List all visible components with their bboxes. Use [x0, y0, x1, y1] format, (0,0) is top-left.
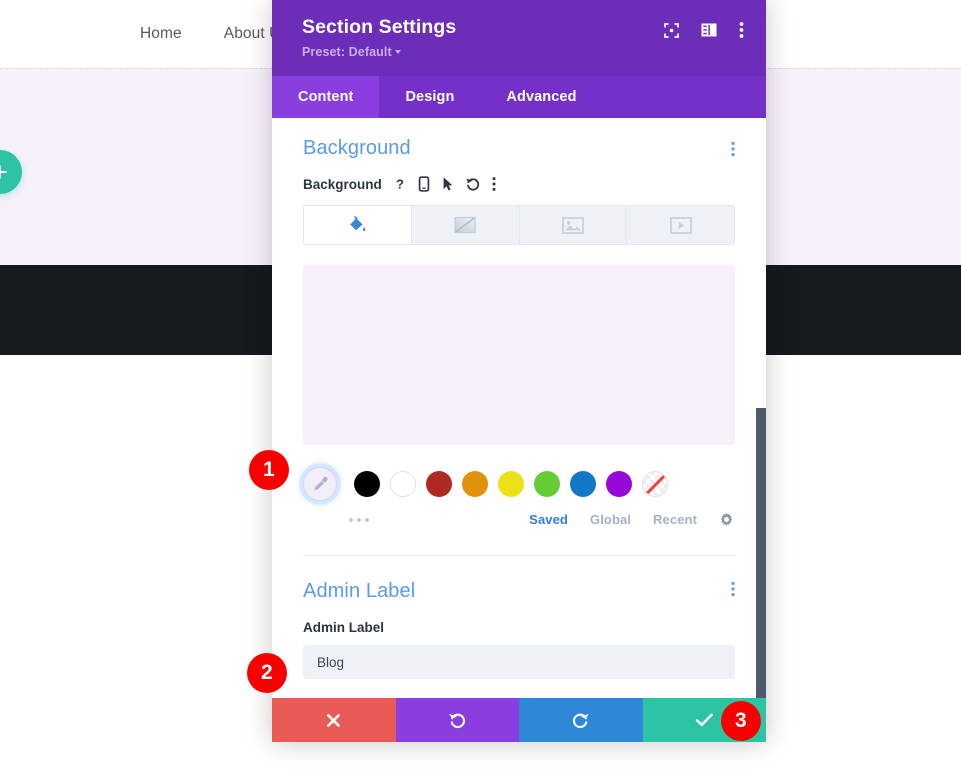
background-group-header: Background: [303, 118, 735, 176]
modal-header-actions: [664, 12, 744, 39]
gear-icon: [720, 512, 733, 526]
modal-header: Section Settings Preset: Default: [272, 0, 766, 76]
tab-content[interactable]: Content: [272, 76, 380, 118]
palette-meta-row: Saved Global Recent: [303, 512, 735, 527]
checkmark-icon: [695, 713, 713, 727]
admin-label-field-label: Admin Label: [303, 620, 385, 635]
close-x-icon: [327, 713, 341, 727]
palette-tab-global[interactable]: Global: [590, 512, 631, 527]
tab-design[interactable]: Design: [379, 76, 480, 118]
responsive-mobile-icon-button[interactable]: [418, 176, 430, 192]
settings-scroll-area[interactable]: Background Background ? Saved Global Rec…: [272, 118, 766, 698]
help-icon-button[interactable]: ?: [393, 176, 407, 192]
background-group-kebab-button[interactable]: [731, 141, 735, 157]
cancel-button[interactable]: [272, 698, 396, 742]
color-swatch-row: [303, 464, 735, 504]
video-icon: [669, 216, 692, 234]
kebab-menu-icon: [492, 177, 496, 191]
color-swatch-dark-red[interactable]: [426, 471, 452, 497]
responsive-mobile-icon: [418, 176, 430, 192]
hover-cursor-icon-button[interactable]: [441, 176, 454, 192]
modal-footer: [272, 698, 766, 742]
layout-panel-icon: [701, 23, 717, 37]
undo-icon: [448, 713, 465, 728]
more-swatches-button[interactable]: [349, 517, 369, 522]
eyedropper-picker-button[interactable]: [303, 467, 337, 501]
background-type-video-tab[interactable]: [627, 206, 734, 244]
admin-label-group-header: Admin Label: [303, 556, 735, 620]
paint-bucket-icon: [350, 215, 366, 231]
redo-button[interactable]: [519, 698, 643, 742]
reset-undo-icon: [465, 178, 479, 191]
settings-scrollbar[interactable]: [756, 408, 766, 698]
kebab-menu-icon: [731, 581, 735, 597]
admin-group-kebab-button[interactable]: [731, 581, 735, 602]
color-swatch-orange[interactable]: [462, 471, 488, 497]
undo-button[interactable]: [395, 698, 519, 742]
palette-settings-button[interactable]: [719, 512, 734, 527]
modal-tab-bar: Content Design Advanced: [272, 76, 766, 118]
background-settings-group: Background Background ? Saved Global Rec…: [272, 118, 766, 556]
modal-body: Background Background ? Saved Global Rec…: [272, 118, 766, 698]
gradient-icon: [454, 216, 476, 234]
kebab-menu-icon: [731, 141, 735, 156]
chevron-down-icon: [394, 50, 401, 55]
hover-cursor-icon: [443, 177, 453, 191]
nav-link-home[interactable]: Home: [140, 25, 182, 43]
background-type-tabs: [303, 205, 735, 245]
background-field-label-row: Background ?: [303, 176, 735, 192]
preset-selector[interactable]: Preset: Default: [302, 45, 456, 59]
palette-tab-recent[interactable]: Recent: [653, 512, 697, 527]
background-type-image-tab[interactable]: [519, 206, 628, 244]
focus-expand-icon-button[interactable]: [664, 22, 679, 38]
color-swatch-green[interactable]: [534, 471, 560, 497]
color-swatch-yellow[interactable]: [498, 471, 524, 497]
header-kebab-menu-button[interactable]: [739, 21, 744, 39]
background-group-title: Background: [303, 137, 411, 159]
palette-tab-saved[interactable]: Saved: [529, 512, 568, 527]
color-swatch-white[interactable]: [390, 471, 416, 497]
image-icon: [562, 216, 584, 234]
background-field-label: Background: [303, 176, 382, 192]
tab-advanced[interactable]: Advanced: [480, 76, 602, 118]
background-type-color-tab[interactable]: [304, 206, 412, 244]
color-swatch-purple[interactable]: [606, 471, 632, 497]
admin-label-group: Admin Label Admin Label Blog: [272, 556, 766, 679]
color-swatch-blue[interactable]: [570, 471, 596, 497]
background-color-preview[interactable]: [303, 265, 735, 445]
plus-icon: [0, 165, 7, 179]
annotation-badge-2: 2: [247, 653, 287, 693]
ellipsis-icon: [365, 517, 369, 522]
preset-label: Preset: Default: [302, 45, 392, 60]
modal-header-titles: Section Settings Preset: Default: [302, 12, 456, 59]
reset-undo-icon-button[interactable]: [465, 176, 481, 192]
ellipsis-icon: [349, 517, 353, 522]
kebab-menu-icon: [739, 22, 744, 38]
help-icon: ?: [396, 177, 404, 192]
admin-label-group-title: Admin Label: [303, 580, 416, 602]
redo-icon: [573, 713, 590, 728]
color-swatch-transparent[interactable]: [642, 471, 668, 497]
background-type-gradient-tab[interactable]: [411, 206, 520, 244]
annotation-badge-1: 1: [249, 450, 289, 490]
focus-expand-icon: [664, 22, 679, 38]
admin-label-input[interactable]: Blog: [303, 645, 735, 679]
eyedropper-icon: [313, 476, 328, 491]
ellipsis-icon: [357, 517, 361, 522]
color-swatch-black[interactable]: [354, 471, 380, 497]
palette-tab-group: Saved Global Recent: [529, 512, 734, 527]
modal-title: Section Settings: [302, 16, 457, 38]
svg-text:?: ?: [396, 177, 404, 192]
layout-panel-icon-button[interactable]: [701, 23, 717, 37]
section-settings-modal: Section Settings Preset: Default Content…: [272, 0, 766, 742]
annotation-badge-3: 3: [721, 701, 761, 741]
background-field-kebab-button[interactable]: [492, 176, 496, 192]
